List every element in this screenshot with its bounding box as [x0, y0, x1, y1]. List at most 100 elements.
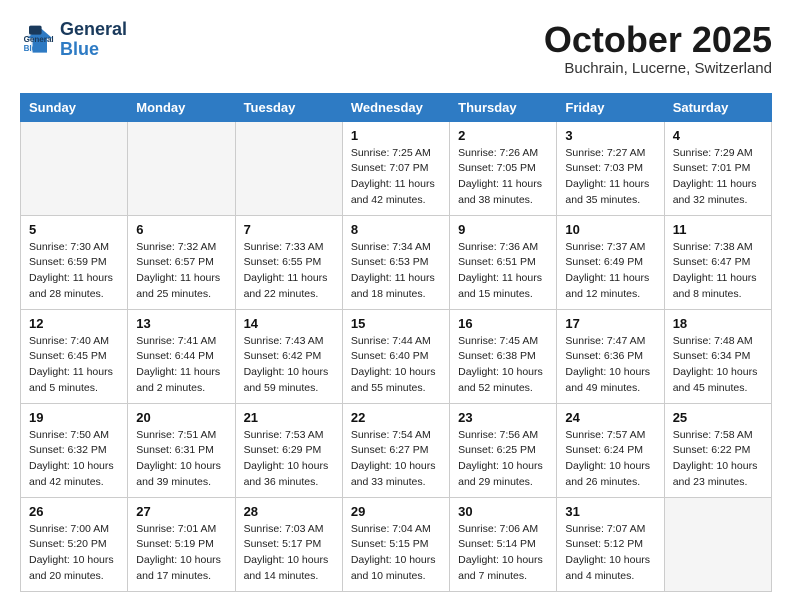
day-info: Sunrise: 7:54 AMSunset: 6:27 PMDaylight:…: [351, 428, 441, 491]
day-number: 22: [351, 410, 441, 425]
calendar-cell: 2 Sunrise: 7:26 AMSunset: 7:05 PMDaylight…: [450, 121, 557, 215]
logo: General Blue General Blue: [20, 20, 127, 60]
svg-text:Blue: Blue: [24, 44, 42, 53]
day-info: Sunrise: 7:06 AMSunset: 5:14 PMDaylight:…: [458, 522, 548, 585]
day-number: 20: [136, 410, 226, 425]
logo-blue: Blue: [60, 39, 99, 59]
day-info: Sunrise: 7:36 AMSunset: 6:51 PMDaylight:…: [458, 240, 548, 303]
calendar-cell: 3 Sunrise: 7:27 AMSunset: 7:03 PMDaylight…: [557, 121, 664, 215]
day-number: 26: [29, 504, 119, 519]
weekday-saturday: Saturday: [664, 93, 771, 121]
day-number: 14: [244, 316, 334, 331]
calendar-cell: 29Sunrise: 7:04 AMSunset: 5:15 PMDayligh…: [342, 497, 449, 591]
day-number: 2: [458, 128, 548, 143]
day-number: 16: [458, 316, 548, 331]
day-number: 28: [244, 504, 334, 519]
calendar-cell: 20 Sunrise: 7:51 AMSunset: 6:31 PMDayligh…: [128, 403, 235, 497]
day-number: 10: [565, 222, 655, 237]
day-info: Sunrise: 7:03 AMSunset: 5:17 PMDaylight:…: [244, 522, 334, 585]
day-number: 3: [565, 128, 655, 143]
day-number: 8: [351, 222, 441, 237]
day-number: 13: [136, 316, 226, 331]
day-number: 6: [136, 222, 226, 237]
day-number: 4: [673, 128, 763, 143]
day-number: 23: [458, 410, 548, 425]
calendar-cell: 22 Sunrise: 7:54 AMSunset: 6:27 PMDayligh…: [342, 403, 449, 497]
weekday-tuesday: Tuesday: [235, 93, 342, 121]
day-info: Sunrise: 7:04 AMSunset: 5:15 PMDaylight:…: [351, 522, 441, 585]
day-info: Sunrise: 7:34 AMSunset: 6:53 PMDaylight:…: [351, 240, 441, 303]
day-number: 5: [29, 222, 119, 237]
day-info: Sunrise: 7:27 AMSunset: 7:03 PMDaylight:…: [565, 146, 655, 209]
calendar-cell: 26 Sunrise: 7:00 AMSunset: 5:20 PMDayligh…: [21, 497, 128, 591]
calendar-cell: 25Sunrise: 7:58 AMSunset: 6:22 PMDayligh…: [664, 403, 771, 497]
day-info: Sunrise: 7:51 AMSunset: 6:31 PMDaylight:…: [136, 428, 226, 491]
week-row-2: 5 Sunrise: 7:30 AMSunset: 6:59 PMDaylight…: [21, 215, 772, 309]
day-info: Sunrise: 7:26 AMSunset: 7:05 PMDaylight:…: [458, 146, 548, 209]
calendar-cell: 7 Sunrise: 7:33 AMSunset: 6:55 PMDaylight…: [235, 215, 342, 309]
day-info: Sunrise: 7:29 AMSunset: 7:01 PMDaylight:…: [673, 146, 763, 209]
calendar-cell: [21, 121, 128, 215]
calendar-cell: 12Sunrise: 7:40 AMSunset: 6:45 PMDayligh…: [21, 309, 128, 403]
logo-icon: General Blue: [20, 22, 56, 58]
calendar-cell: [128, 121, 235, 215]
calendar-cell: 16 Sunrise: 7:45 AMSunset: 6:38 PMDayligh…: [450, 309, 557, 403]
day-info: Sunrise: 7:45 AMSunset: 6:38 PMDaylight:…: [458, 334, 548, 397]
logo-name: General Blue: [60, 20, 127, 60]
day-number: 18: [673, 316, 763, 331]
week-row-4: 19 Sunrise: 7:50 AMSunset: 6:32 PMDayligh…: [21, 403, 772, 497]
day-number: 15: [351, 316, 441, 331]
calendar-cell: 23Sunrise: 7:56 AMSunset: 6:25 PMDayligh…: [450, 403, 557, 497]
calendar-cell: 18Sunrise: 7:48 AMSunset: 6:34 PMDayligh…: [664, 309, 771, 403]
day-info: Sunrise: 7:33 AMSunset: 6:55 PMDaylight:…: [244, 240, 334, 303]
month-title: October 2025: [544, 20, 772, 60]
calendar-cell: 27Sunrise: 7:01 AMSunset: 5:19 PMDayligh…: [128, 497, 235, 591]
calendar-cell: 8 Sunrise: 7:34 AMSunset: 6:53 PMDaylight…: [342, 215, 449, 309]
day-info: Sunrise: 7:00 AMSunset: 5:20 PMDaylight:…: [29, 522, 119, 585]
day-info: Sunrise: 7:37 AMSunset: 6:49 PMDaylight:…: [565, 240, 655, 303]
calendar-cell: [235, 121, 342, 215]
day-number: 30: [458, 504, 548, 519]
day-number: 7: [244, 222, 334, 237]
week-row-5: 26 Sunrise: 7:00 AMSunset: 5:20 PMDayligh…: [21, 497, 772, 591]
title-block: October 2025 Buchrain, Lucerne, Switzerl…: [544, 20, 772, 77]
calendar-cell: 28 Sunrise: 7:03 AMSunset: 5:17 PMDayligh…: [235, 497, 342, 591]
day-info: Sunrise: 7:57 AMSunset: 6:24 PMDaylight:…: [565, 428, 655, 491]
day-info: Sunrise: 7:41 AMSunset: 6:44 PMDaylight:…: [136, 334, 226, 397]
weekday-header-row: SundayMondayTuesdayWednesdayThursdayFrid…: [21, 93, 772, 121]
weekday-monday: Monday: [128, 93, 235, 121]
page-header: General Blue General Blue October 2025 B…: [20, 20, 772, 77]
week-row-3: 12Sunrise: 7:40 AMSunset: 6:45 PMDayligh…: [21, 309, 772, 403]
location: Buchrain, Lucerne, Switzerland: [544, 60, 772, 77]
day-info: Sunrise: 7:43 AMSunset: 6:42 PMDaylight:…: [244, 334, 334, 397]
day-number: 31: [565, 504, 655, 519]
calendar-cell: 10 Sunrise: 7:37 AMSunset: 6:49 PMDayligh…: [557, 215, 664, 309]
logo-general: General: [60, 19, 127, 39]
weekday-sunday: Sunday: [21, 93, 128, 121]
calendar-cell: 14 Sunrise: 7:43 AMSunset: 6:42 PMDayligh…: [235, 309, 342, 403]
day-info: Sunrise: 7:25 AMSunset: 7:07 PMDaylight:…: [351, 146, 441, 209]
calendar-cell: 6Sunrise: 7:32 AMSunset: 6:57 PMDaylight…: [128, 215, 235, 309]
week-row-1: 1Sunrise: 7:25 AMSunset: 7:07 PMDaylight…: [21, 121, 772, 215]
calendar-cell: 30 Sunrise: 7:06 AMSunset: 5:14 PMDayligh…: [450, 497, 557, 591]
day-info: Sunrise: 7:07 AMSunset: 5:12 PMDaylight:…: [565, 522, 655, 585]
day-info: Sunrise: 7:44 AMSunset: 6:40 PMDaylight:…: [351, 334, 441, 397]
calendar-cell: 24Sunrise: 7:57 AMSunset: 6:24 PMDayligh…: [557, 403, 664, 497]
weekday-wednesday: Wednesday: [342, 93, 449, 121]
day-number: 19: [29, 410, 119, 425]
day-info: Sunrise: 7:50 AMSunset: 6:32 PMDaylight:…: [29, 428, 119, 491]
svg-text:General: General: [24, 35, 54, 44]
calendar-cell: 4 Sunrise: 7:29 AMSunset: 7:01 PMDaylight…: [664, 121, 771, 215]
calendar-cell: 31 Sunrise: 7:07 AMSunset: 5:12 PMDayligh…: [557, 497, 664, 591]
calendar-cell: 13 Sunrise: 7:41 AMSunset: 6:44 PMDayligh…: [128, 309, 235, 403]
calendar-cell: 21Sunrise: 7:53 AMSunset: 6:29 PMDayligh…: [235, 403, 342, 497]
calendar-cell: 11Sunrise: 7:38 AMSunset: 6:47 PMDayligh…: [664, 215, 771, 309]
day-info: Sunrise: 7:53 AMSunset: 6:29 PMDaylight:…: [244, 428, 334, 491]
day-number: 27: [136, 504, 226, 519]
day-info: Sunrise: 7:58 AMSunset: 6:22 PMDaylight:…: [673, 428, 763, 491]
calendar-cell: 5 Sunrise: 7:30 AMSunset: 6:59 PMDaylight…: [21, 215, 128, 309]
day-number: 17: [565, 316, 655, 331]
day-info: Sunrise: 7:30 AMSunset: 6:59 PMDaylight:…: [29, 240, 119, 303]
day-number: 11: [673, 222, 763, 237]
calendar-cell: 15 Sunrise: 7:44 AMSunset: 6:40 PMDayligh…: [342, 309, 449, 403]
